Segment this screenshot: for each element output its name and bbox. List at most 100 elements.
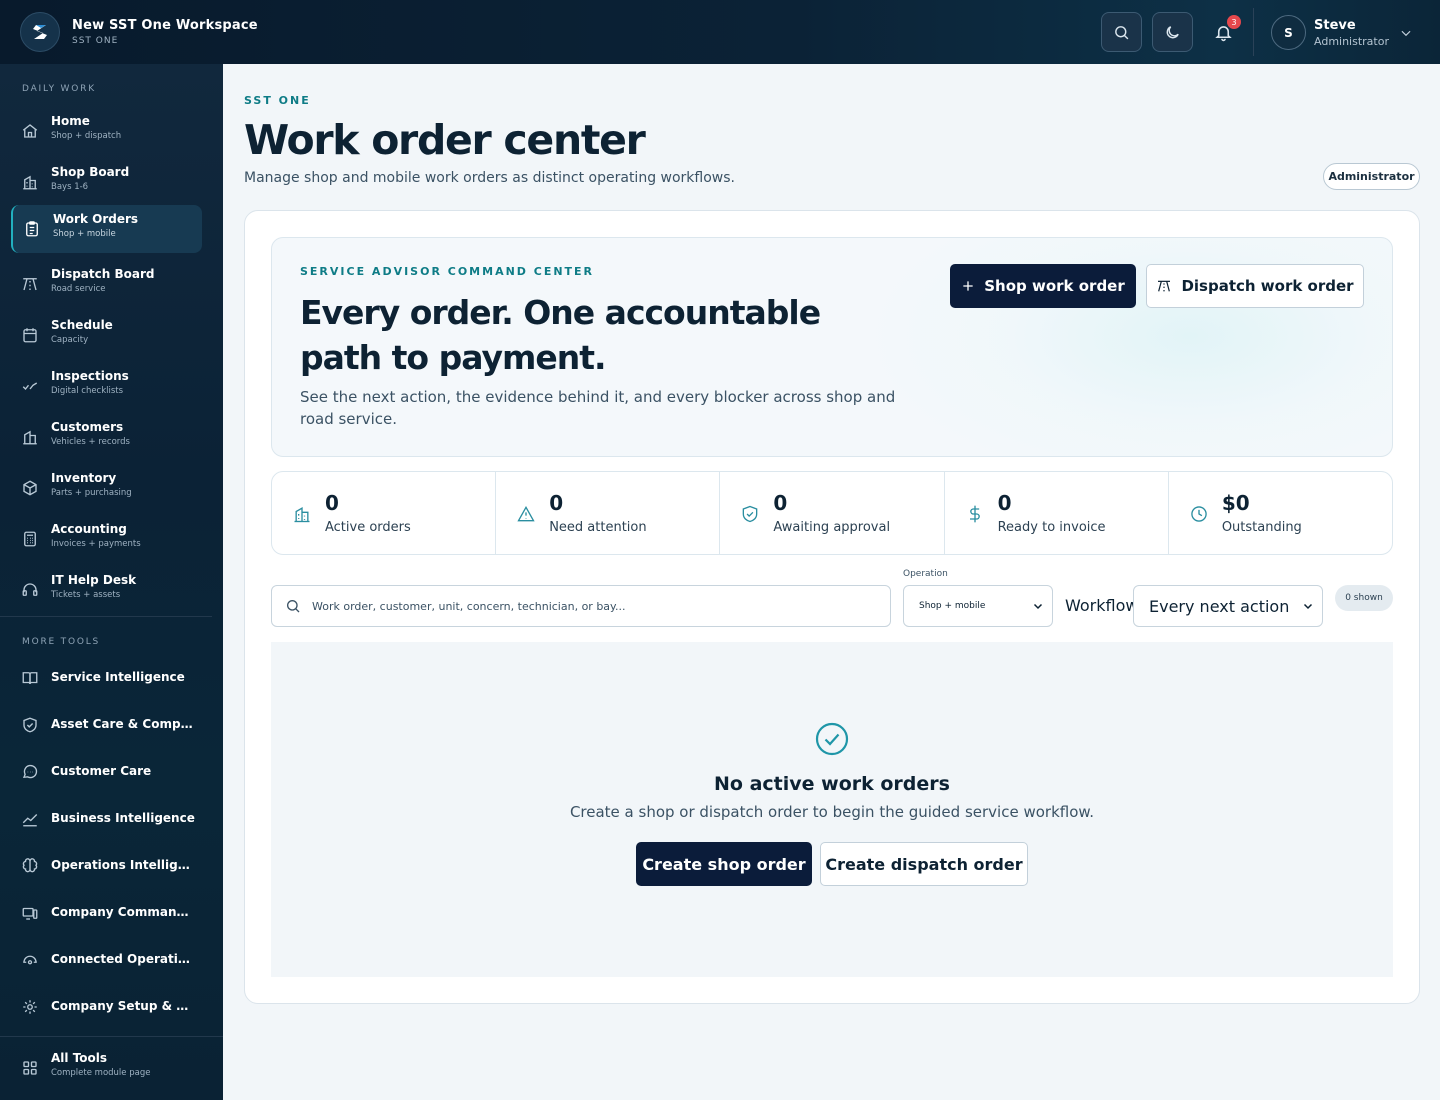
operation-label: Operation [903, 569, 948, 579]
sidebar-item-shop-board[interactable]: Shop Board Bays 1-6 [11, 158, 202, 206]
sidebar-item-label: Inventory [51, 471, 117, 485]
shown-count-badge: 0 shown [1335, 585, 1393, 611]
workflow-select-value: Every next action [1149, 596, 1290, 616]
warning-icon [516, 504, 536, 524]
sidebar-item-label: Schedule [51, 318, 113, 332]
sidebar-tool-customer-care[interactable]: Customer Care [11, 752, 202, 792]
sidebar-tool-label: Connected Operations [51, 952, 196, 966]
search-box[interactable] [271, 585, 891, 627]
sidebar-item-it-help-desk[interactable]: IT Help Desk Tickets + assets [11, 566, 202, 614]
sidebar-item-sub: Invoices + payments [51, 539, 141, 549]
sidebar-tool-company-setup[interactable]: Company Setup & Subscription [11, 987, 202, 1027]
stats-row: 0 Active orders 0 Need attention 0 Await… [271, 471, 1393, 555]
stat-label: Awaiting approval [773, 520, 891, 535]
sidebar-tool-label: Service Intelligence [51, 670, 185, 684]
building-icon [21, 428, 39, 446]
sidebar-item-label: Shop Board [51, 165, 130, 179]
sidebar-item-dispatch-board[interactable]: Dispatch Board Road service [11, 260, 202, 308]
dispatch-work-order-button[interactable]: Dispatch work order [1146, 264, 1364, 308]
stat-need-attention[interactable]: 0 Need attention [496, 472, 721, 554]
chevron-down-icon [1303, 603, 1313, 610]
dollar-icon [965, 504, 985, 524]
chart-icon [21, 810, 39, 828]
search-input[interactable] [312, 596, 872, 616]
workspace-subtitle: SST ONE [72, 36, 119, 46]
topbar-divider [1253, 8, 1254, 56]
sidebar-item-label: Accounting [51, 522, 127, 536]
sidebar-tool-label: Operations Intelligence [51, 858, 196, 872]
sidebar-item-sub: Shop + mobile [53, 229, 116, 239]
sidebar-section-daily: DAILY WORK [22, 84, 96, 94]
stat-ready-to-invoice[interactable]: 0 Ready to invoice [945, 472, 1169, 554]
calendar-icon [21, 326, 39, 344]
sidebar-divider [0, 1036, 223, 1037]
empty-state-title: No active work orders [714, 773, 950, 795]
sidebar-tool-operations-intelligence[interactable]: Operations Intelligence [11, 846, 202, 886]
stat-value: 0 [549, 491, 564, 515]
role-badge: Administrator [1323, 163, 1420, 190]
sidebar-item-label: Work Orders [53, 212, 139, 226]
user-menu[interactable]: S Steve Administrator [1271, 15, 1413, 50]
sidebar-tool-label: Company Setup & Subscription [51, 999, 196, 1013]
stat-active-orders[interactable]: 0 Active orders [272, 472, 497, 554]
operation-select[interactable]: Shop + mobile [903, 585, 1053, 627]
stat-outstanding[interactable]: $0 Outstanding [1169, 472, 1392, 554]
book-icon [21, 669, 39, 687]
shield-icon [21, 716, 39, 734]
sidebar-item-inspections[interactable]: Inspections Digital checklists [11, 362, 202, 410]
sidebar-item-sub: Digital checklists [51, 386, 124, 396]
sidebar-tool-connected-operations[interactable]: Connected Operations [11, 940, 202, 980]
sidebar-tool-service-intelligence[interactable]: Service Intelligence [11, 658, 202, 698]
sidebar-item-label: Dispatch Board [51, 267, 155, 281]
create-dispatch-order-button[interactable]: Create dispatch order [820, 842, 1028, 886]
stat-value: $0 [1221, 491, 1250, 515]
check-circle-icon [815, 722, 849, 756]
sidebar-tool-company-command-center[interactable]: Company Command Center [11, 893, 202, 933]
checklist-icon [21, 377, 39, 395]
notifications-button[interactable]: 3 [1208, 15, 1241, 48]
hero-description: See the next action, the evidence behind… [300, 388, 896, 428]
sidebar-tool-label: Company Command Center [51, 905, 196, 919]
sidebar-item-accounting[interactable]: Accounting Invoices + payments [11, 515, 202, 563]
sidebar-item-label: Inspections [51, 369, 129, 383]
sidebar-item-schedule[interactable]: Schedule Capacity [11, 311, 202, 359]
workflow-select[interactable]: Every next action [1133, 585, 1323, 627]
sidebar-item-sub: Road service [51, 284, 106, 294]
gear-icon [21, 998, 39, 1016]
shop-work-order-label: Shop work order [984, 277, 1125, 295]
building-icon [292, 504, 312, 524]
theme-toggle-button[interactable] [1152, 12, 1193, 52]
stat-label: Ready to invoice [997, 520, 1106, 535]
sidebar-item-all-tools[interactable]: All Tools Complete module page [11, 1044, 202, 1092]
create-shop-order-button[interactable]: Create shop order [636, 842, 812, 886]
sidebar-item-sub: Parts + purchasing [51, 488, 132, 498]
page-description: Manage shop and mobile work orders as di… [244, 170, 735, 186]
empty-state-description: Create a shop or dispatch order to begin… [569, 803, 1095, 821]
sidebar-tool-business-intelligence[interactable]: Business Intelligence [11, 799, 202, 839]
sidebar-item-sub: Capacity [51, 335, 89, 345]
sidebar-divider [0, 616, 212, 617]
stat-awaiting-approval[interactable]: 0 Awaiting approval [720, 472, 945, 554]
search-button[interactable] [1101, 12, 1142, 52]
sidebar-item-label: Home [51, 114, 90, 128]
shop-work-order-button[interactable]: Shop work order [950, 264, 1136, 308]
clipboard-icon [23, 220, 41, 238]
hero-eyebrow: SERVICE ADVISOR COMMAND CENTER [300, 265, 595, 278]
sidebar-item-work-orders[interactable]: Work Orders Shop + mobile [11, 205, 202, 253]
calculator-icon [21, 530, 39, 548]
sidebar-item-label: Customers [51, 420, 124, 434]
workspace-name: New SST One Workspace [72, 18, 258, 33]
sidebar-item-inventory[interactable]: Inventory Parts + purchasing [11, 464, 202, 512]
sidebar-item-sub: Shop + dispatch [51, 131, 122, 141]
page-title: Work order center [244, 116, 646, 164]
user-name: Steve [1314, 17, 1356, 33]
road-icon [21, 275, 39, 293]
sidebar-item-label: IT Help Desk [51, 573, 137, 587]
brand[interactable]: New SST One Workspace SST ONE [20, 12, 258, 52]
search-icon [287, 600, 300, 613]
sidebar-tool-label: Asset Care & Compliance [51, 717, 196, 731]
sidebar-item-home[interactable]: Home Shop + dispatch [11, 107, 202, 155]
sidebar-tool-asset-care[interactable]: Asset Care & Compliance [11, 705, 202, 745]
sidebar-item-customers[interactable]: Customers Vehicles + records [11, 413, 202, 461]
box-icon [21, 479, 39, 497]
